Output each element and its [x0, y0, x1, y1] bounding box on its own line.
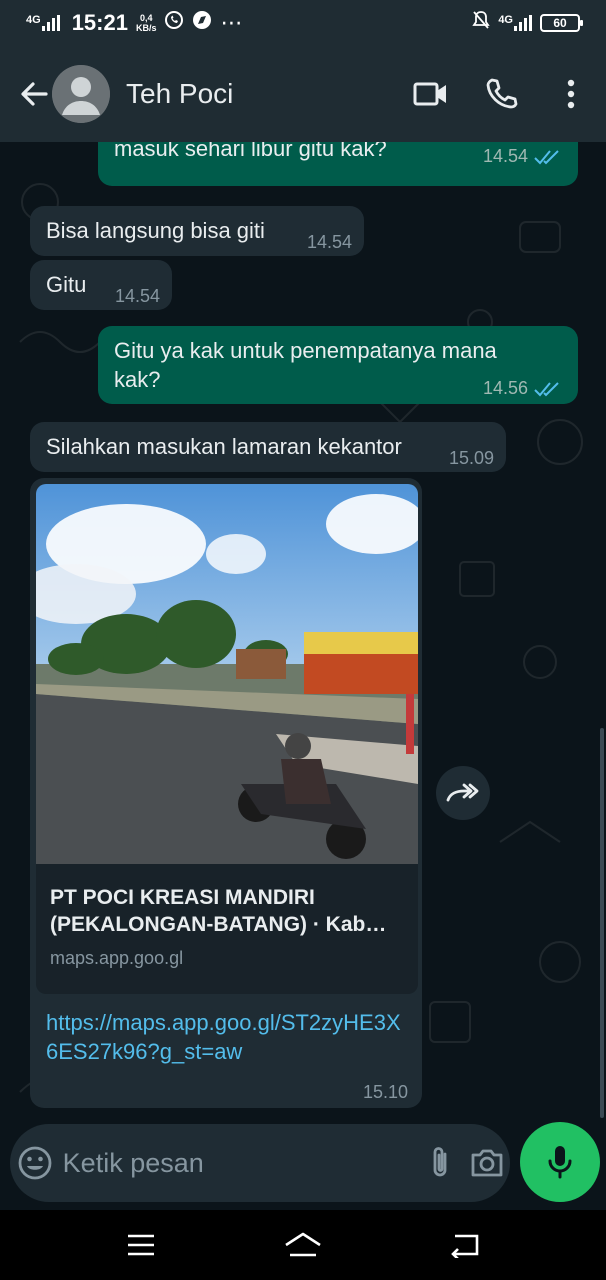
message-text: Gitu ya kak untuk penempatanya mana kak? [114, 338, 497, 392]
notification-off-icon [472, 10, 490, 36]
emoji-button[interactable] [12, 1130, 59, 1196]
link-preview-title: PT POCI KREASI MANDIRI (PEKALONGAN-BATAN… [50, 886, 387, 936]
forward-icon [446, 783, 479, 802]
forward-button[interactable] [436, 766, 490, 820]
paperclip-icon [433, 1147, 447, 1177]
read-ticks-icon [534, 149, 559, 164]
battery-icon: 60 [540, 14, 583, 32]
avatar[interactable] [52, 65, 110, 123]
emoji-icon [18, 1146, 52, 1180]
data-speed-value: 0,4 [139, 13, 153, 23]
message-input-bar [10, 1124, 510, 1202]
message-bubble-outgoing[interactable]: masuk sehari libur gitu kak? 14.54 [98, 142, 578, 186]
message-text: masuk sehari libur gitu kak? [114, 142, 387, 161]
phone-icon [486, 78, 518, 109]
battery-level: 60 [553, 16, 567, 30]
message-text: Silahkan masukan lamaran kekantor [46, 434, 402, 459]
status-bar: 4G 15:21 0,4 KB/s ⋯ 4G 60 [0, 0, 606, 46]
signal-icon-right [514, 15, 532, 31]
link-preview-domain: maps.app.goo.gl [50, 948, 184, 968]
message-time: 14.56 [482, 378, 528, 398]
more-vertical-icon [567, 79, 575, 109]
message-time: 14.54 [114, 286, 160, 306]
message-text: Gitu [46, 272, 87, 297]
default-avatar-icon [52, 65, 110, 123]
status-right: 4G 60 [472, 10, 583, 36]
map-preview-image[interactable] [36, 484, 418, 864]
data-speed: 0,4 KB/s [136, 13, 157, 33]
system-back-button[interactable] [430, 1215, 500, 1275]
message-time: 14.54 [306, 232, 352, 252]
message-text: Bisa langsung bisa giti [46, 218, 265, 243]
home-button[interactable] [268, 1215, 338, 1275]
network-indicator: 4G [26, 15, 60, 31]
more-notifications-icon: ⋯ [220, 10, 243, 35]
camera-button[interactable] [463, 1130, 510, 1196]
header-actions [396, 64, 606, 124]
status-time: 15:21 [71, 10, 128, 35]
menu-lines-icon [128, 1234, 154, 1256]
message-time: 15.09 [448, 448, 494, 468]
message-meta: 14.56 [483, 374, 562, 403]
network-type-label-right: 4G [498, 14, 513, 26]
message-input[interactable] [62, 1147, 417, 1179]
chat-area[interactable]: masuk sehari libur gitu kak? 14.54 Bisa … [0, 142, 606, 1122]
message-bubble-incoming[interactable]: Gitu 14.54 [30, 260, 172, 310]
menu-button[interactable] [536, 64, 606, 124]
chat-scrollbar[interactable] [600, 728, 604, 1118]
camera-icon [471, 1149, 503, 1177]
navigation-notification-icon [192, 10, 212, 36]
video-camera-icon [413, 82, 446, 106]
message-bubble-outgoing[interactable]: Gitu ya kak untuk penempatanya mana kak?… [98, 326, 578, 404]
message-time: 14.54 [482, 146, 528, 166]
voice-call-button[interactable] [466, 64, 536, 124]
contact-name[interactable]: Teh Poci [126, 78, 233, 110]
attach-button[interactable] [417, 1130, 464, 1196]
voice-record-button[interactable] [520, 1122, 600, 1202]
link-preview-message[interactable]: PT POCI KREASI MANDIRI (PEKALONGAN-BATAN… [30, 478, 422, 1108]
link-preview-card[interactable]: PT POCI KREASI MANDIRI (PEKALONGAN-BATAN… [36, 864, 418, 994]
message-bubble-incoming[interactable]: Bisa langsung bisa giti 14.54 [30, 206, 364, 256]
data-speed-unit: KB/s [135, 23, 157, 33]
whatsapp-notification-icon [164, 10, 184, 36]
network-type-label: 4G [26, 14, 41, 26]
video-call-button[interactable] [396, 64, 466, 124]
network-indicator-right: 4G [498, 15, 532, 31]
system-nav-bar [0, 1210, 606, 1280]
recent-apps-button[interactable] [106, 1215, 176, 1275]
back-arrow-icon [451, 1234, 479, 1258]
arrow-left-icon [21, 82, 48, 106]
read-ticks-icon [534, 381, 559, 396]
home-icon [285, 1232, 321, 1257]
message-bubble-incoming[interactable]: Silahkan masukan lamaran kekantor 15.09 [30, 422, 506, 472]
message-meta: 14.54 [483, 142, 562, 171]
microphone-icon [548, 1146, 572, 1179]
signal-icon [41, 15, 60, 31]
message-link[interactable]: https://maps.app.goo.gl/ST2zyHE3X6ES27k9… [46, 1008, 406, 1066]
status-left: 4G 15:21 0,4 KB/s ⋯ [26, 10, 242, 36]
chat-header: Teh Poci [0, 46, 606, 142]
message-time: 15.10 [362, 1082, 408, 1102]
